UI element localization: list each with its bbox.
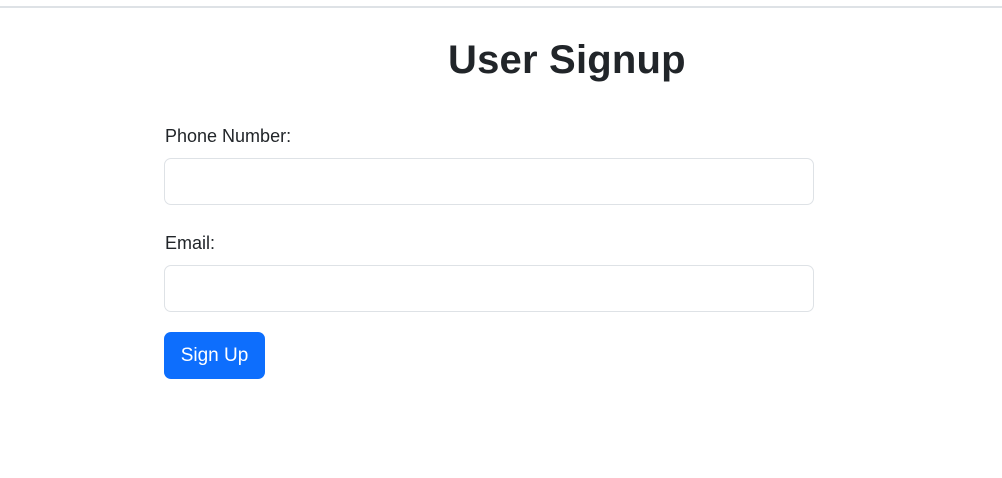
top-divider [0, 0, 1002, 8]
page-title: User Signup [448, 38, 686, 82]
phone-number-input[interactable] [164, 158, 814, 205]
email-input[interactable] [164, 265, 814, 312]
email-label: Email: [165, 233, 216, 253]
sign-up-button[interactable]: Sign Up [164, 332, 265, 379]
phone-number-label: Phone Number: [165, 126, 292, 146]
